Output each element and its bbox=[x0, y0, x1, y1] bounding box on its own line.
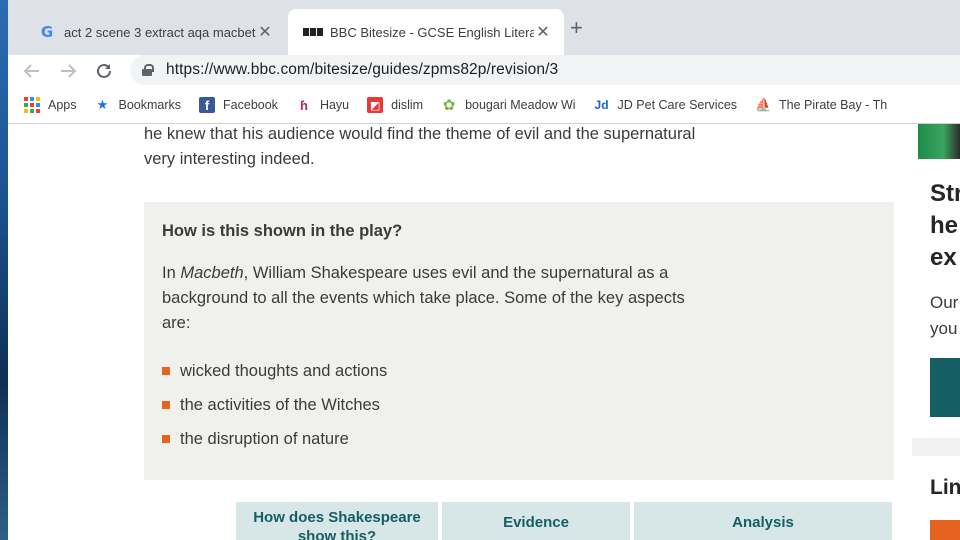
url-field[interactable]: https://www.bbc.com/bitesize/guides/zpms… bbox=[130, 55, 960, 85]
pirate-icon: ⛵ bbox=[754, 97, 772, 112]
browser-chrome: G act 2 scene 3 extract aqa macbeth ✕ BB… bbox=[8, 0, 960, 124]
bookmark-apps[interactable]: Apps bbox=[24, 97, 77, 113]
intro-paragraph: he knew that his audience would find the… bbox=[144, 125, 696, 168]
new-tab-button[interactable]: + bbox=[570, 17, 583, 39]
promo-subtitle: Our you bbox=[930, 290, 958, 342]
left-margin bbox=[8, 124, 128, 540]
promo-title-line: he bbox=[930, 212, 959, 239]
dislim-icon: ◩ bbox=[367, 97, 384, 113]
bookmark-label: Apps bbox=[48, 98, 77, 112]
promo-title: Str he ex bbox=[930, 178, 960, 274]
bullet-icon bbox=[162, 367, 170, 375]
bookmarks-bar: Apps ★ Bookmarks f Facebook ɦ Hayu ◩ dis… bbox=[8, 87, 960, 124]
url-text: https://www.bbc.com/bitesize/guides/zpms… bbox=[166, 61, 559, 78]
forward-arrow-icon[interactable] bbox=[56, 59, 80, 83]
column-header-how: How does Shakespeare show this? bbox=[236, 502, 438, 540]
page-content: he knew that his audience would find the… bbox=[8, 124, 960, 540]
bookmark-hayu[interactable]: ɦ Hayu bbox=[296, 97, 349, 113]
bookmark-label: Hayu bbox=[319, 98, 350, 112]
play-title: Macbeth bbox=[180, 264, 244, 282]
promo-title-line: ex bbox=[930, 244, 957, 271]
promo-button[interactable] bbox=[930, 358, 960, 417]
list-item-text: the disruption of nature bbox=[180, 429, 349, 448]
bookmark-facebook[interactable]: f Facebook bbox=[199, 97, 278, 113]
bookmark-label: Bookmarks bbox=[118, 98, 182, 112]
key-aspects-list: wicked thoughts and actions the activiti… bbox=[162, 354, 876, 456]
google-icon: G bbox=[40, 23, 54, 41]
promo-thumbnail bbox=[918, 124, 960, 159]
hayu-icon: ɦ bbox=[299, 97, 308, 113]
bookmark-pirate-bay[interactable]: ⛵ The Pirate Bay - Th bbox=[755, 97, 887, 113]
links-card: Lin bbox=[912, 456, 960, 540]
info-box-heading: How is this shown in the play? bbox=[162, 222, 403, 240]
back-arrow-icon[interactable] bbox=[20, 59, 44, 83]
bookmark-bookmarks[interactable]: ★ Bookmarks bbox=[95, 97, 182, 113]
column-header-analysis: Analysis bbox=[634, 502, 892, 540]
promo-subtitle-line: you bbox=[930, 319, 958, 338]
links-card-accent bbox=[930, 520, 960, 540]
flower-icon: ✿ bbox=[442, 97, 456, 114]
bullet-icon bbox=[162, 401, 170, 409]
info-box: How is this shown in the play? In Macbet… bbox=[144, 202, 894, 480]
close-tab-icon[interactable]: ✕ bbox=[256, 22, 274, 42]
desktop-background bbox=[0, 0, 8, 540]
list-item: the activities of the Witches bbox=[162, 388, 876, 422]
facebook-icon: f bbox=[199, 97, 216, 113]
close-tab-icon[interactable]: ✕ bbox=[534, 22, 552, 42]
apps-grid-icon bbox=[24, 97, 40, 113]
list-item: the disruption of nature bbox=[162, 422, 876, 456]
list-item-text: wicked thoughts and actions bbox=[180, 361, 388, 380]
links-card-title: Lin bbox=[930, 476, 960, 499]
para-prefix: In bbox=[162, 264, 181, 282]
tab-bbc-bitesize[interactable]: BBC Bitesize - GCSE English Literature ✕ bbox=[288, 9, 564, 55]
address-bar-row: https://www.bbc.com/bitesize/guides/zpms… bbox=[8, 55, 960, 87]
tab-google-search[interactable]: G act 2 scene 3 extract aqa macbeth ✕ bbox=[22, 9, 286, 55]
bookmark-label: The Pirate Bay - Th bbox=[779, 98, 888, 112]
lock-icon bbox=[142, 64, 154, 76]
bookmark-dislim[interactable]: ◩ dislim bbox=[367, 97, 423, 113]
reload-icon[interactable] bbox=[92, 59, 116, 83]
sidebar: Str he ex Our you Lin bbox=[912, 124, 960, 540]
jd-icon: Jd bbox=[594, 98, 609, 112]
star-icon: ★ bbox=[96, 97, 109, 112]
bookmark-label: dislim bbox=[391, 98, 424, 112]
bookmark-label: Facebook bbox=[223, 98, 278, 112]
bookmark-label: bougari Meadow Wi bbox=[465, 98, 576, 112]
bullet-icon bbox=[162, 435, 170, 443]
list-item: wicked thoughts and actions bbox=[162, 354, 876, 388]
promo-title-line: Str bbox=[930, 180, 960, 207]
list-item-text: the activities of the Witches bbox=[180, 395, 380, 414]
bookmark-jd-pet-care[interactable]: Jd JD Pet Care Services bbox=[594, 97, 738, 113]
bookmark-label: JD Pet Care Services bbox=[617, 98, 738, 112]
tab-title: BBC Bitesize - GCSE English Literature bbox=[330, 24, 534, 40]
tab-title: act 2 scene 3 extract aqa macbeth bbox=[64, 24, 256, 40]
info-box-paragraph: In Macbeth, William Shakespeare uses evi… bbox=[162, 261, 702, 336]
analysis-table-header: How does Shakespeare show this? Evidence… bbox=[236, 502, 892, 540]
promo-card[interactable]: Str he ex Our you bbox=[912, 124, 960, 438]
bbc-icon bbox=[303, 23, 323, 41]
promo-subtitle-line: Our bbox=[930, 293, 959, 312]
column-header-evidence: Evidence bbox=[442, 502, 630, 540]
tab-bar: G act 2 scene 3 extract aqa macbeth ✕ BB… bbox=[8, 0, 960, 55]
bookmark-meadow[interactable]: ✿ bougari Meadow Wi bbox=[441, 97, 576, 114]
